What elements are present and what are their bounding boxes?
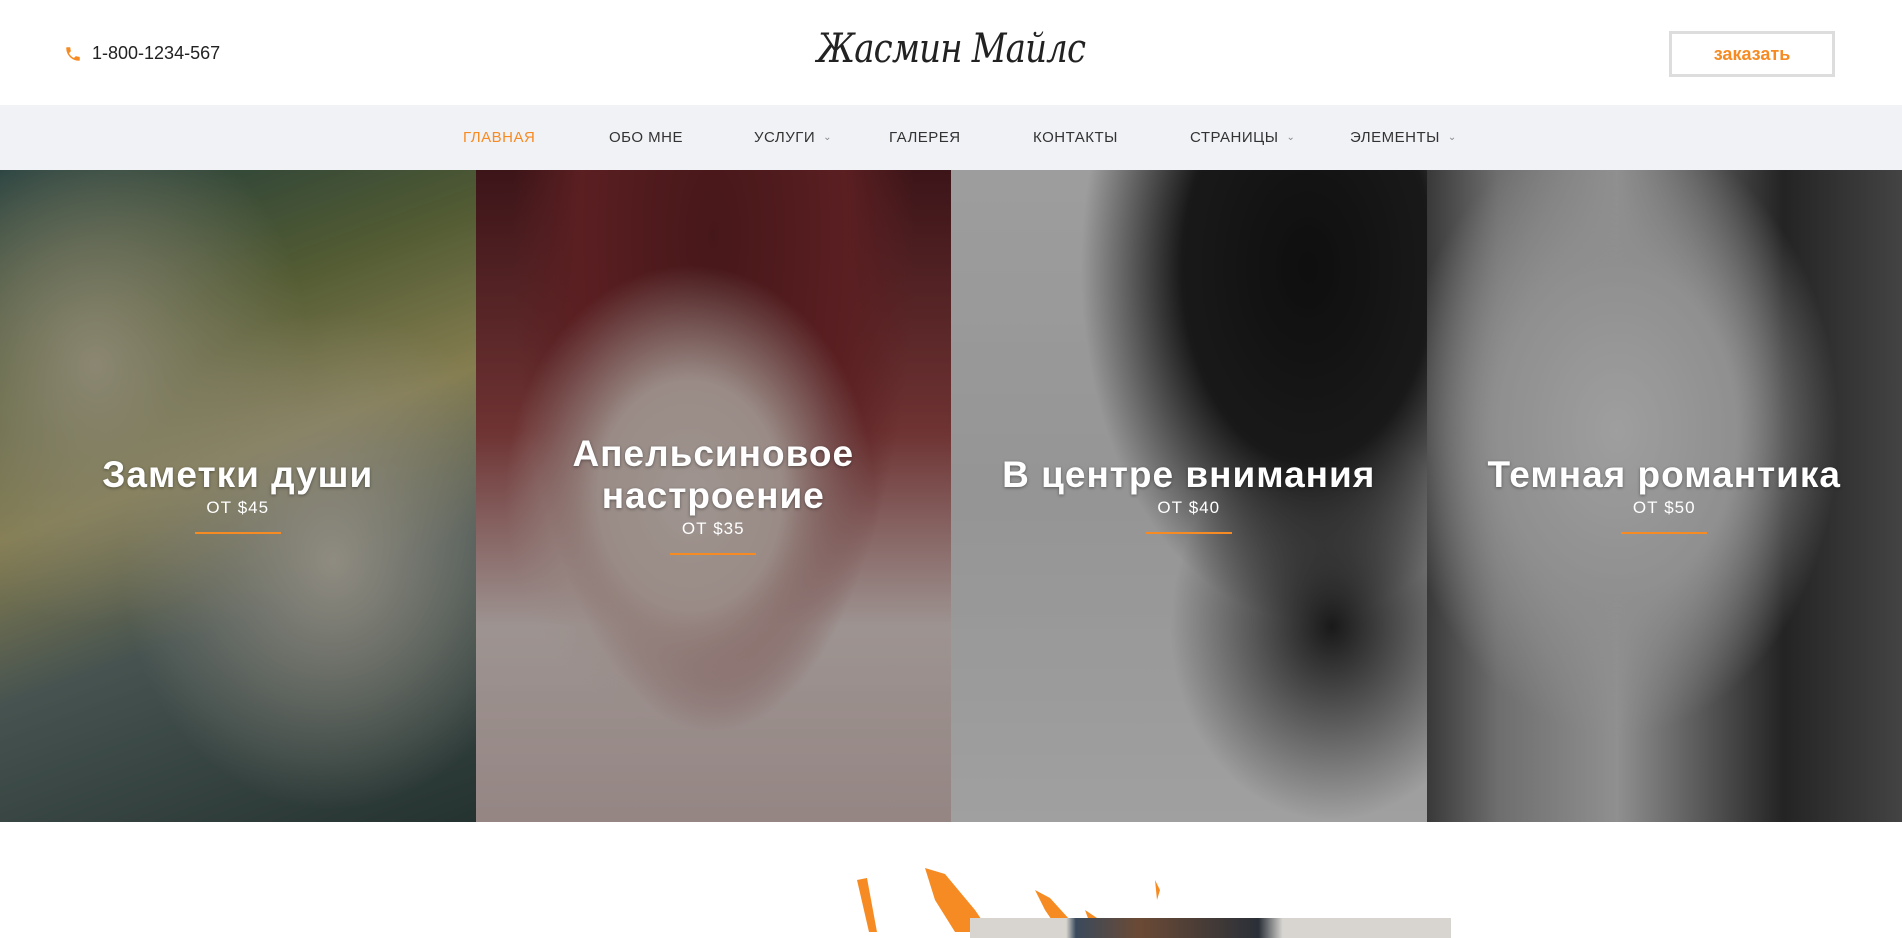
panel-underline [195, 532, 281, 534]
chevron-down-icon: ⌄ [1448, 132, 1457, 143]
panel-title: Апельсиновое настроение [476, 433, 952, 517]
panel-text: Темная романтика ОТ $50 [1427, 454, 1902, 534]
site-logo[interactable]: Жасмин Майлс [143, 26, 1760, 72]
panel-title: Темная романтика [1427, 454, 1902, 496]
service-panel-soul-notes[interactable]: Заметки души ОТ $45 [0, 170, 476, 822]
panel-price: ОТ $40 [951, 498, 1427, 518]
order-button[interactable]: заказать [1669, 31, 1835, 77]
nav-label: СТРАНИЦЫ [1190, 129, 1279, 146]
nav-label: УСЛУГИ [754, 129, 815, 146]
nav-label: КОНТАКТЫ [1033, 129, 1118, 146]
nav-item-contacts[interactable]: КОНТАКТЫ [1033, 129, 1118, 146]
service-panel-spotlight[interactable]: В центре внимания ОТ $40 [951, 170, 1427, 822]
nav-item-gallery[interactable]: ГАЛЕРЕЯ [889, 129, 961, 146]
panel-price: ОТ $35 [476, 519, 952, 539]
nav-item-services[interactable]: УСЛУГИ ⌄ [754, 129, 832, 146]
panel-title: Заметки души [0, 454, 476, 496]
panel-underline [1146, 532, 1232, 534]
panel-text: Заметки души ОТ $45 [0, 454, 476, 534]
site-header: 1-800-1234-567 Жасмин Майлс заказать [0, 0, 1902, 105]
nav-label: ОБО МНЕ [609, 129, 683, 146]
panel-price: ОТ $45 [0, 498, 476, 518]
nav-item-elements[interactable]: ЭЛЕМЕНТЫ ⌄ [1350, 129, 1457, 146]
panel-text: Апельсиновое настроение ОТ $35 [476, 433, 952, 555]
service-panels: Заметки души ОТ $45 Апельсиновое настрое… [0, 170, 1902, 822]
service-panel-dark-romance[interactable]: Темная романтика ОТ $50 [1427, 170, 1902, 822]
main-nav: ГЛАВНАЯ ОБО МНЕ УСЛУГИ ⌄ ГАЛЕРЕЯ КОНТАКТЫ… [0, 105, 1902, 170]
service-panel-orange-mood[interactable]: Апельсиновое настроение ОТ $35 [476, 170, 952, 822]
phone-icon [64, 45, 82, 63]
nav-label: ЭЛЕМЕНТЫ [1350, 129, 1440, 146]
nav-item-pages[interactable]: СТРАНИЦЫ ⌄ [1190, 129, 1295, 146]
panel-underline [670, 553, 756, 555]
panel-underline [1621, 532, 1707, 534]
featured-image [970, 918, 1451, 938]
panel-price: ОТ $50 [1427, 498, 1902, 518]
nav-label: ГАЛЕРЕЯ [889, 129, 961, 146]
panel-text: В центре внимания ОТ $40 [951, 454, 1427, 534]
chevron-down-icon: ⌄ [1287, 132, 1296, 143]
nav-item-about[interactable]: ОБО МНЕ [609, 129, 683, 146]
chevron-down-icon: ⌄ [823, 132, 832, 143]
panel-title: В центре внимания [951, 454, 1427, 496]
nav-label: ГЛАВНАЯ [463, 129, 535, 146]
nav-item-home[interactable]: ГЛАВНАЯ [463, 129, 535, 146]
